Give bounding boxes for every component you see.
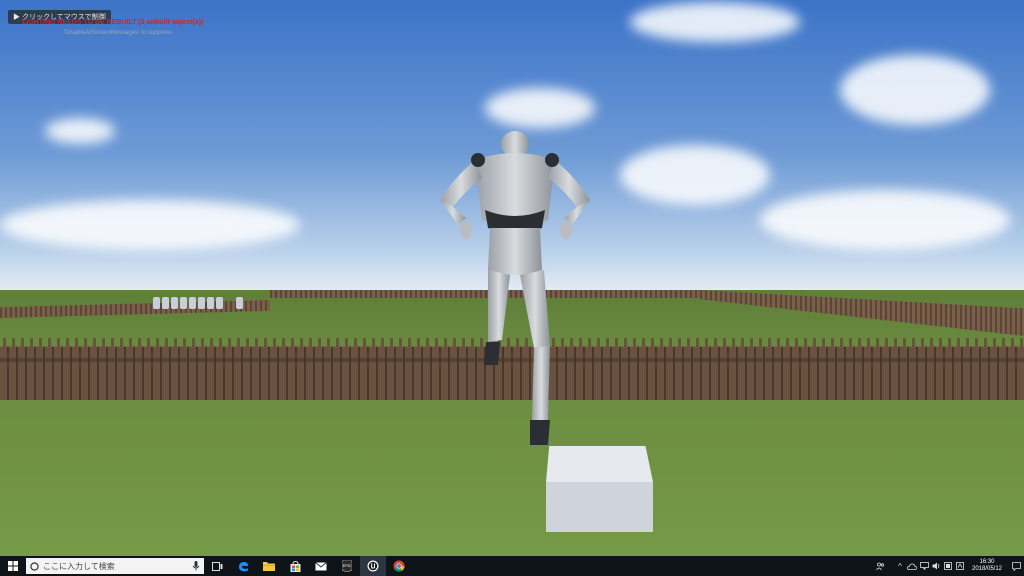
barrel bbox=[153, 297, 160, 309]
windows-taskbar: ここに入力して検索 EPIC ^ 16:30 2018/05/12 bbox=[0, 556, 1024, 576]
suppress-hint: 'DisableAllScreenMessages' to suppress bbox=[64, 30, 173, 36]
people-glyph-icon bbox=[875, 562, 884, 570]
cloud bbox=[760, 190, 1010, 250]
barrel bbox=[207, 297, 214, 309]
cube-block bbox=[546, 446, 653, 532]
folder-icon bbox=[263, 562, 275, 571]
clock-date: 2018/05/12 bbox=[971, 566, 1003, 572]
file-explorer-button[interactable] bbox=[256, 556, 282, 576]
barrel bbox=[236, 297, 243, 309]
game-viewport[interactable]: ▶ クリックしてマウスで制御 LIGHTING NEEDS TO BE REBU… bbox=[0, 0, 1024, 556]
barrel bbox=[171, 297, 178, 309]
show-hidden-icons-chevron-icon[interactable]: ^ bbox=[894, 556, 906, 576]
search-placeholder: ここに入力して検索 bbox=[43, 561, 115, 571]
taskbar-clock[interactable]: 16:30 2018/05/12 bbox=[966, 559, 1008, 573]
volume-icon[interactable] bbox=[930, 556, 942, 576]
task-view-icon bbox=[211, 561, 222, 571]
search-circle-icon bbox=[30, 561, 39, 571]
action-center-button[interactable] bbox=[1008, 556, 1024, 576]
ime-icon[interactable] bbox=[954, 556, 966, 576]
task-view-button[interactable] bbox=[204, 556, 230, 576]
barrel bbox=[189, 297, 196, 309]
clock-time: 16:30 bbox=[979, 559, 995, 565]
lighting-warning: LIGHTING NEEDS TO BE REBUILT (3 unbuilt … bbox=[22, 19, 204, 26]
people-icon[interactable] bbox=[874, 556, 886, 576]
cloud bbox=[620, 145, 770, 205]
barrel bbox=[216, 297, 223, 309]
chrome-icon bbox=[393, 560, 405, 572]
cube-top bbox=[546, 446, 653, 482]
epic-games-icon: EPIC bbox=[342, 560, 352, 572]
svg-text:EPIC: EPIC bbox=[343, 564, 352, 568]
cloud bbox=[0, 200, 300, 250]
onedrive-cloud-icon[interactable] bbox=[906, 556, 918, 576]
unreal-engine-button[interactable] bbox=[360, 556, 386, 576]
epic-games-launcher-button[interactable]: EPIC bbox=[334, 556, 360, 576]
windows-logo-icon bbox=[8, 561, 18, 571]
cloud bbox=[485, 88, 595, 128]
mail-icon bbox=[315, 561, 327, 570]
play-icon: ▶ bbox=[13, 14, 22, 21]
barrel bbox=[198, 297, 205, 309]
mail-button[interactable] bbox=[308, 556, 334, 576]
chrome-button[interactable] bbox=[386, 556, 412, 576]
cloud bbox=[840, 55, 990, 125]
microphone-icon[interactable] bbox=[192, 561, 200, 571]
cloud bbox=[630, 2, 800, 42]
system-tray: ^ 16:30 2018/05/12 bbox=[874, 556, 1024, 576]
mannequin-character bbox=[440, 131, 590, 445]
cube-front bbox=[546, 482, 653, 532]
store-bag-icon bbox=[290, 560, 300, 572]
notification-icon bbox=[1011, 561, 1021, 571]
store-button[interactable] bbox=[282, 556, 308, 576]
unreal-engine-icon bbox=[367, 560, 379, 572]
network-icon[interactable] bbox=[918, 556, 930, 576]
taskbar-search-box[interactable]: ここに入力して検索 bbox=[26, 558, 204, 574]
edge-icon bbox=[238, 561, 248, 571]
ime-mode-icon[interactable] bbox=[942, 556, 954, 576]
cloud bbox=[45, 118, 115, 144]
start-button[interactable] bbox=[0, 556, 26, 576]
edge-button[interactable] bbox=[230, 556, 256, 576]
barrel bbox=[180, 297, 187, 309]
barrel bbox=[162, 297, 169, 309]
